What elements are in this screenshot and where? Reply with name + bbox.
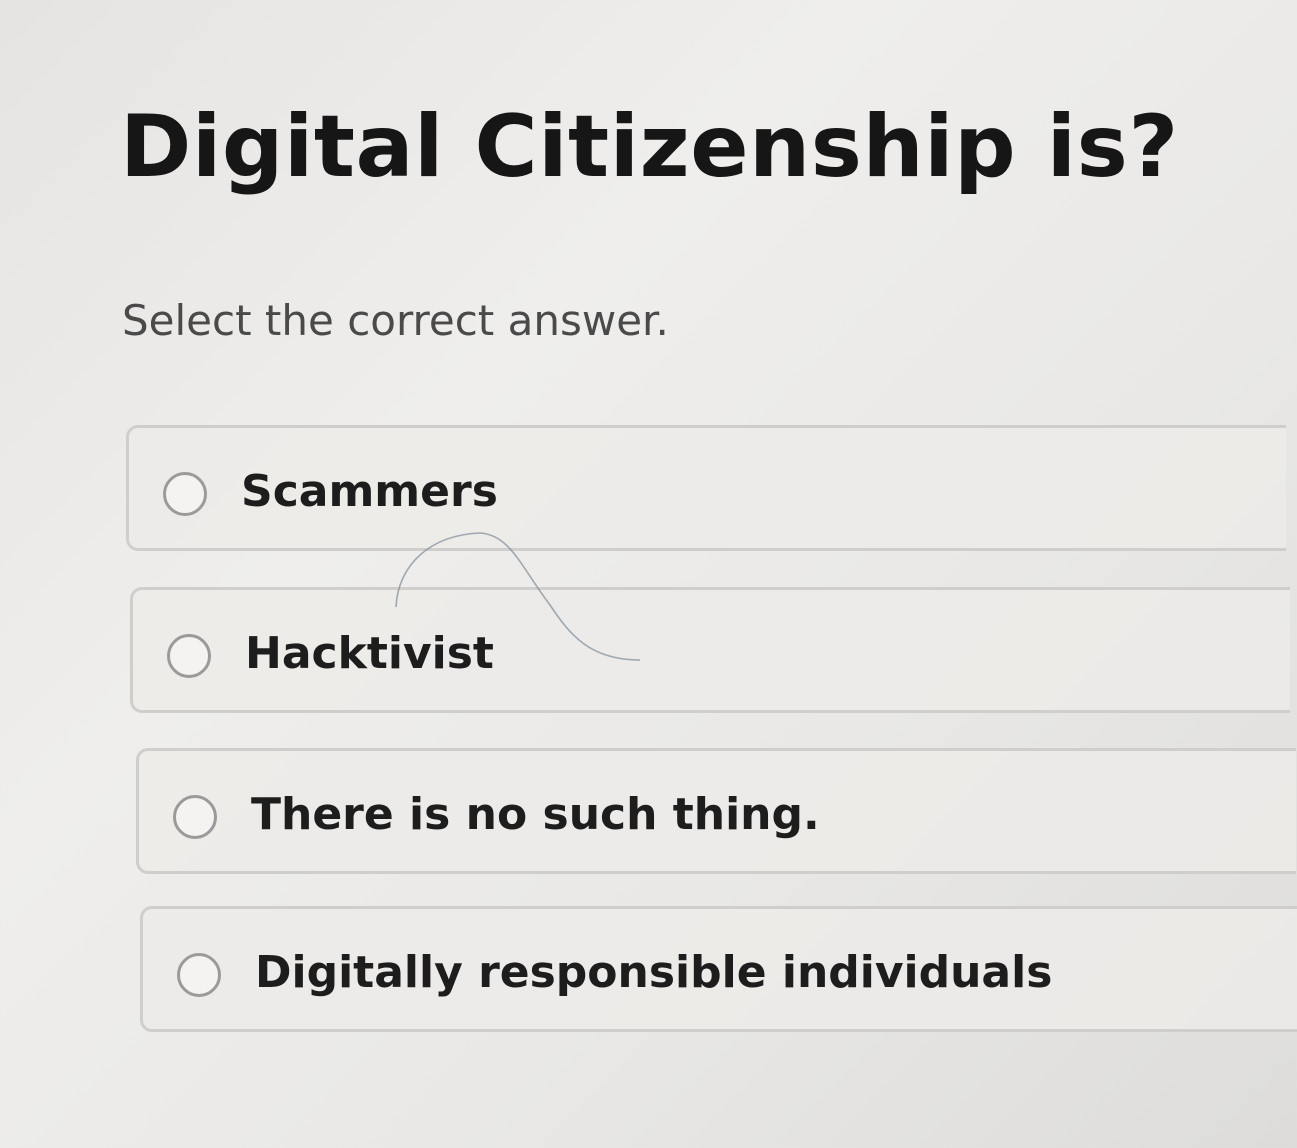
radio-button[interactable] (167, 634, 211, 678)
radio-button[interactable] (173, 795, 217, 839)
answer-option-scammers[interactable]: Scammers (126, 425, 1286, 551)
answer-option-digitally-responsible[interactable]: Digitally responsible individuals (140, 906, 1297, 1032)
answer-option-label: Scammers (241, 466, 498, 517)
answer-option-no-such-thing[interactable]: There is no such thing. (136, 748, 1296, 874)
instruction-text: Select the correct answer. (122, 296, 669, 345)
answer-option-hacktivist[interactable]: Hacktivist (130, 587, 1290, 713)
question-title: Digital Citizenship is? (120, 97, 1179, 197)
answer-option-label: Digitally responsible individuals (255, 947, 1053, 998)
radio-button[interactable] (163, 472, 207, 516)
quiz-panel: Digital Citizenship is? Select the corre… (0, 0, 1297, 1148)
answer-option-label: Hacktivist (245, 628, 494, 679)
answer-option-label: There is no such thing. (251, 789, 820, 840)
radio-button[interactable] (177, 953, 221, 997)
